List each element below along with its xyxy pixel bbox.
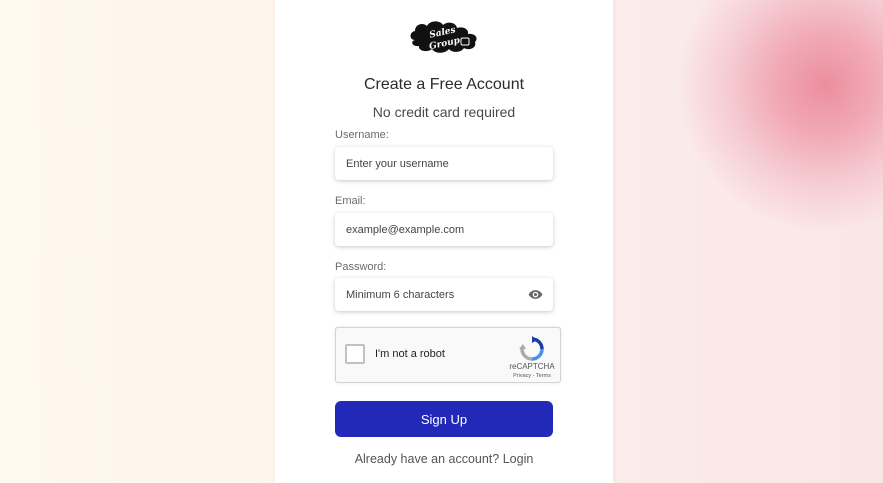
email-input[interactable] <box>335 213 553 246</box>
login-prompt-text: Already have an account? <box>354 452 500 466</box>
recaptcha-checkbox[interactable] <box>345 344 365 364</box>
recaptcha-widget: I'm not a robot reCAPTCHA Privacy - Term… <box>335 327 561 383</box>
login-prompt: Already have an account? Login <box>275 452 613 466</box>
signup-card: Sales Group Create a Free Account No cre… <box>275 0 613 483</box>
recaptcha-links: Privacy - Terms <box>504 373 560 379</box>
sign-up-button[interactable]: Sign Up <box>335 401 553 437</box>
password-input[interactable] <box>335 278 553 311</box>
password-label: Password: <box>335 261 387 273</box>
username-label: Username: <box>335 129 389 141</box>
decorative-blob <box>680 0 883 230</box>
page-background: Sales Group Create a Free Account No cre… <box>0 0 883 483</box>
page-title: Create a Free Account <box>363 76 525 93</box>
recaptcha-label: I'm not a robot <box>375 348 445 360</box>
password-field-wrapper <box>335 278 553 311</box>
login-link[interactable]: Login <box>503 452 534 466</box>
recaptcha-brand: reCAPTCHA <box>509 362 555 371</box>
username-field-wrapper <box>335 147 553 180</box>
sales-group-logo: Sales Group <box>410 21 477 53</box>
recaptcha-privacy-link[interactable]: Privacy <box>513 373 531 379</box>
eye-icon[interactable] <box>528 287 543 302</box>
username-input[interactable] <box>335 147 553 180</box>
email-label: Email: <box>335 195 366 207</box>
recaptcha-icon <box>519 336 544 361</box>
recaptcha-terms-link[interactable]: Terms <box>536 373 551 379</box>
page-subtitle: No credit card required <box>372 104 516 120</box>
email-field-wrapper <box>335 213 553 246</box>
